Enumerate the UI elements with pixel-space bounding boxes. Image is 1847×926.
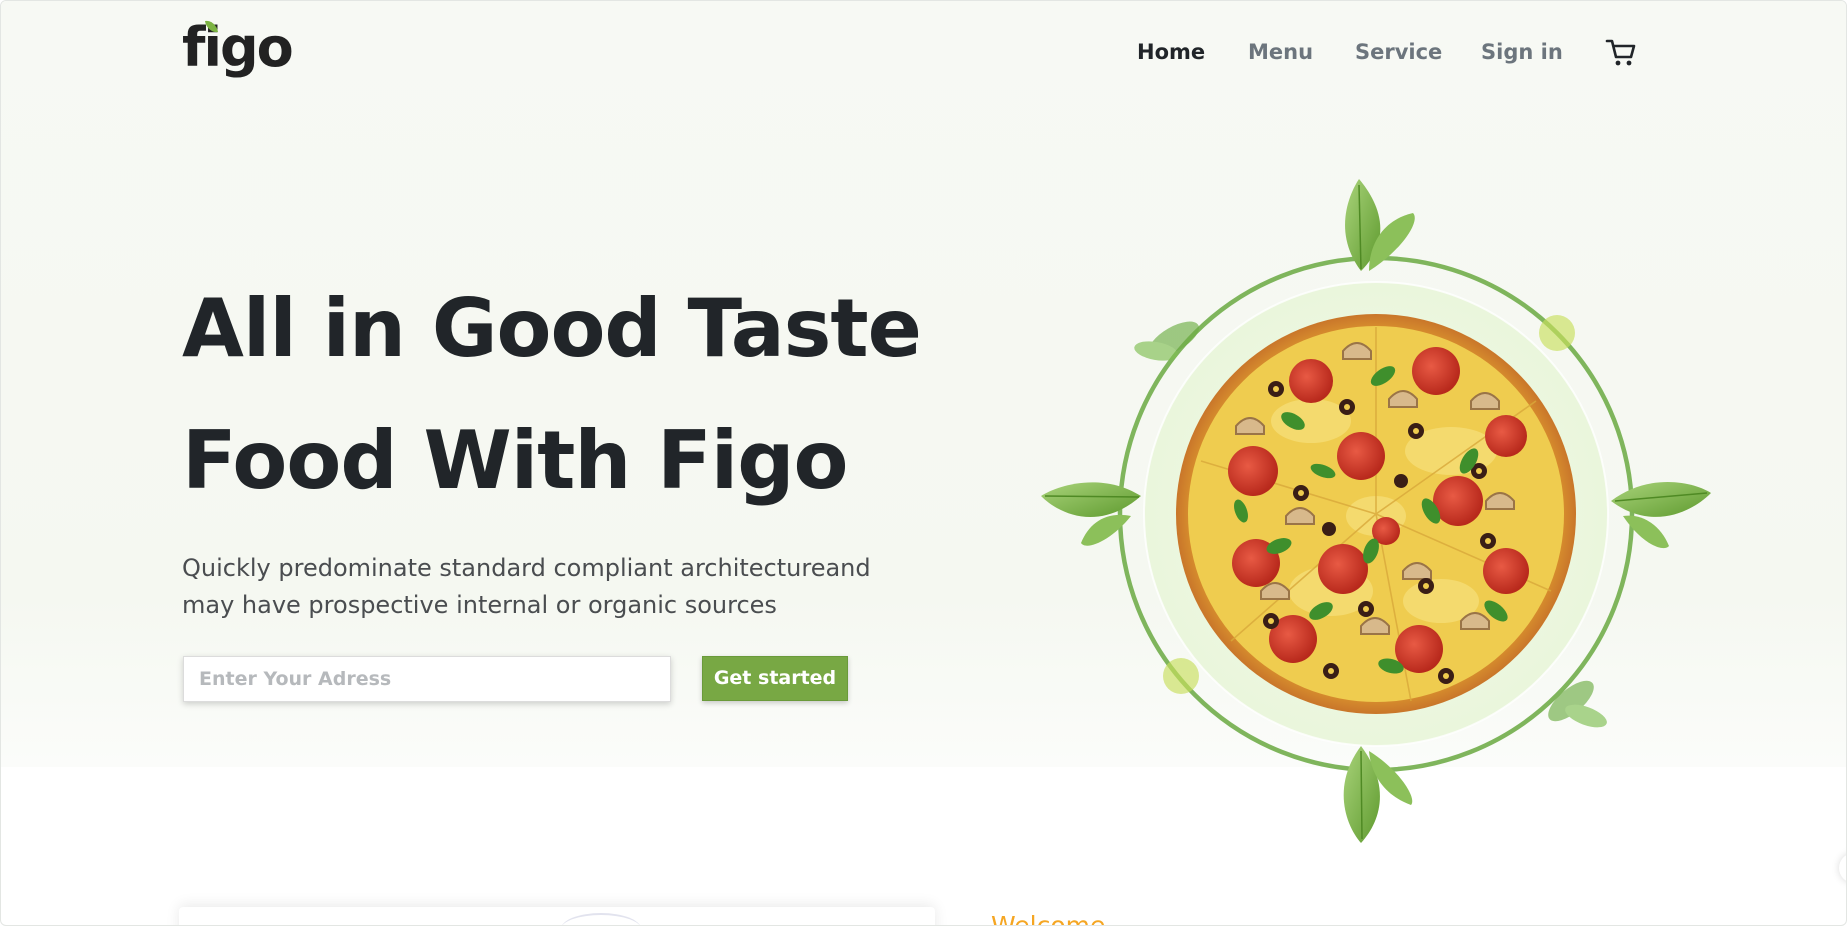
nav-item-home[interactable]: Home: [1137, 37, 1205, 67]
basil-leaf-bottom: [1343, 746, 1413, 843]
get-started-button[interactable]: Get started: [702, 656, 848, 701]
nav-item-menu[interactable]: Menu: [1248, 37, 1313, 67]
scroll-to-top-button[interactable]: [1839, 853, 1846, 883]
about-image-card: [179, 907, 935, 925]
hero-subtitle: Quickly predominate standard compliant a…: [182, 550, 942, 624]
basil-leaf-left: [1041, 482, 1141, 546]
pizza-hero-image: [1031, 171, 1731, 851]
nav-item-sign-in[interactable]: Sign in: [1481, 37, 1563, 67]
site-logo[interactable]: figo: [182, 15, 294, 81]
nav-item-service[interactable]: Service: [1355, 37, 1442, 67]
basil-leaf-right: [1611, 481, 1711, 549]
hero-subtitle-line-2: may have prospective internal or organic…: [182, 591, 777, 619]
hero-title-line-2: Food With Figo: [182, 414, 848, 507]
basil-leaf-top: [1345, 179, 1415, 271]
hero-title-line-1: All in Good Taste: [182, 282, 922, 375]
welcome-label: Welcome: [991, 911, 1106, 926]
page: figo Home Menu Service Sign in All in Go…: [0, 0, 1847, 926]
address-input[interactable]: [183, 656, 671, 702]
shopping-cart-icon[interactable]: [1604, 35, 1638, 69]
hero-subtitle-line-1: Quickly predominate standard compliant a…: [182, 554, 871, 582]
hero-title: All in Good Taste Food With Figo: [182, 263, 922, 527]
